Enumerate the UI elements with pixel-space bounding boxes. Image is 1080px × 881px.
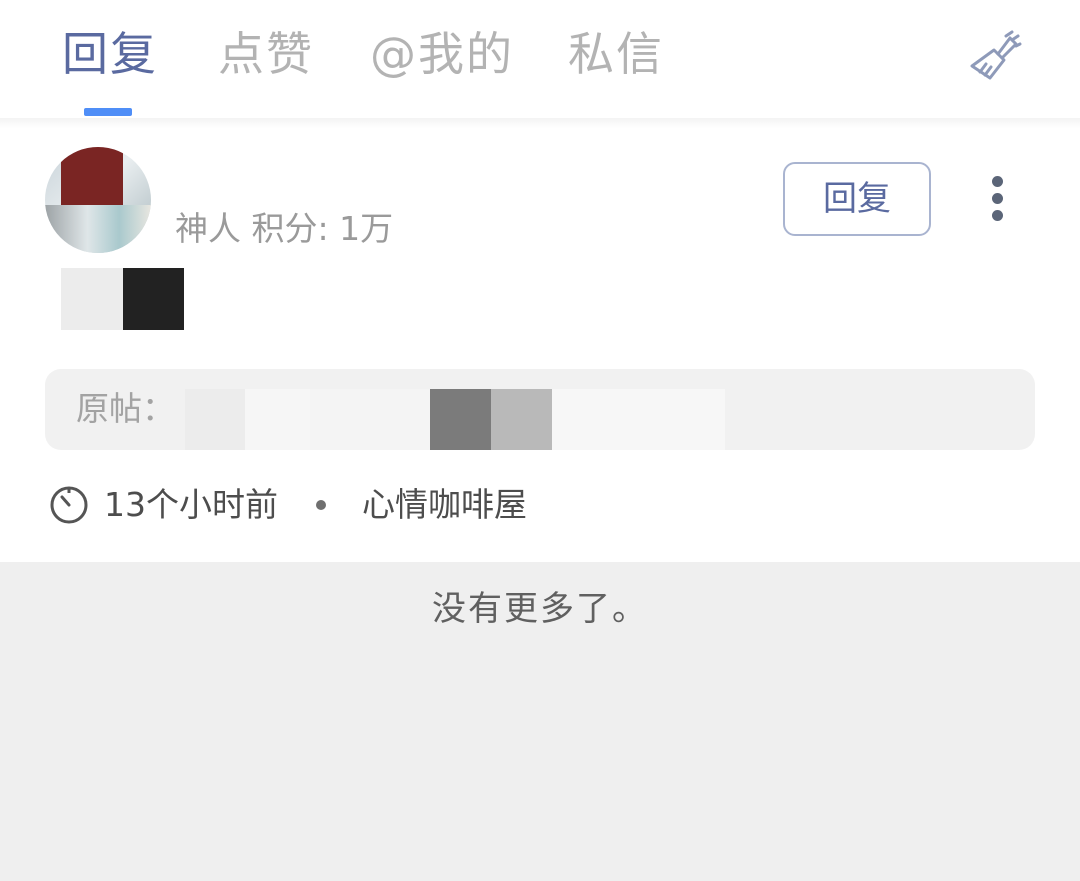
broom-icon[interactable] [960,26,1024,90]
avatar[interactable] [45,147,151,253]
more-vertical-icon[interactable] [984,176,1012,222]
original-post-box[interactable]: 原帖： [45,369,1035,450]
original-post-label: 原帖： [76,389,175,428]
active-tab-indicator [84,108,132,116]
original-post-mosaic [185,389,725,450]
avatar-mosaic-patch [61,147,123,205]
reply-button[interactable]: 回复 [783,162,931,236]
reply-content-mosaic [61,268,184,330]
clock-icon [50,486,88,524]
tab-like[interactable]: 点赞 [218,22,314,86]
timestamp: 13个小时前 [104,485,278,524]
notification-meta: 13个小时前 心情咖啡屋 [48,480,748,530]
tab-at-me[interactable]: @我的 [370,22,514,86]
forum-name[interactable]: 心情咖啡屋 [362,480,527,530]
tab-bar: 回复 点赞 @我的 私信 [0,0,1080,120]
tab-bar-shadow [0,118,1080,128]
notifications-page: 回复 点赞 @我的 私信 神人 积分: 1万 回复 原帖： 13个小时前 心情咖… [0,0,1080,881]
user-level-points: 神人 积分: 1万 [175,209,394,248]
avatar-image-detail [45,205,151,253]
tab-reply[interactable]: 回复 [62,22,158,86]
user-name-redacted [176,180,316,206]
separator-dot [316,500,326,510]
no-more-text: 没有更多了。 [432,589,648,629]
tab-private-message[interactable]: 私信 [568,22,664,86]
reply-notification-card[interactable]: 神人 积分: 1万 回复 原帖： 13个小时前 心情咖啡屋 [0,128,1080,562]
